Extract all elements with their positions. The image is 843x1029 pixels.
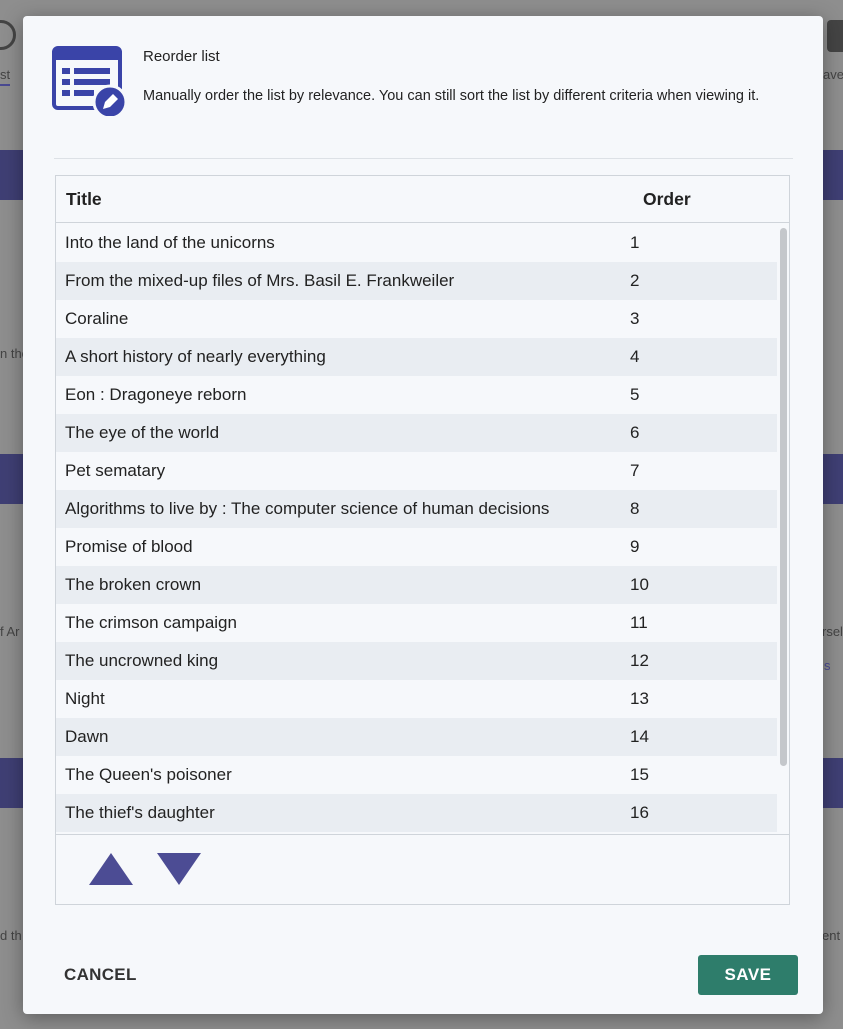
- row-order: 15: [630, 765, 649, 784]
- table-row[interactable]: Pet sematary 7: [56, 452, 777, 490]
- row-order: 4: [630, 347, 640, 366]
- background-tab-underline: [0, 84, 10, 86]
- background-link: s: [824, 658, 831, 673]
- row-order: 14: [630, 727, 649, 746]
- table-row[interactable]: The eye of the world 6: [56, 414, 777, 452]
- table-header: Title Order: [56, 176, 789, 223]
- background-text: f Ar: [0, 624, 20, 639]
- table-row[interactable]: Into the land of the unicorns 1: [56, 224, 777, 262]
- row-title: Eon : Dragoneye reborn: [65, 385, 247, 404]
- row-order: 6: [630, 423, 640, 442]
- move-down-icon[interactable]: [157, 853, 201, 885]
- row-order: 8: [630, 499, 640, 518]
- table-row[interactable]: Algorithms to live by : The computer sci…: [56, 490, 777, 528]
- row-title: The eye of the world: [65, 423, 220, 442]
- scrollbar-thumb[interactable]: [780, 228, 787, 766]
- table-row[interactable]: Dawn 14: [56, 718, 777, 756]
- save-button[interactable]: SAVE: [698, 955, 798, 995]
- table-row[interactable]: The uncrowned king 12: [56, 642, 777, 680]
- table-row[interactable]: The crimson campaign 11: [56, 604, 777, 642]
- table-row[interactable]: Promise of blood 9: [56, 528, 777, 566]
- row-title: From the mixed-up files of Mrs. Basil E.…: [65, 271, 455, 290]
- background-save-label: ave: [823, 67, 843, 82]
- background-text: rsel: [822, 624, 843, 639]
- row-title: The crimson campaign: [65, 613, 237, 632]
- row-order: 7: [630, 461, 640, 480]
- table-row[interactable]: The Queen's poisoner 15: [56, 756, 777, 794]
- table-row[interactable]: From the mixed-up files of Mrs. Basil E.…: [56, 262, 777, 300]
- row-order: 9: [630, 537, 640, 556]
- row-title: Into the land of the unicorns: [65, 233, 275, 252]
- row-title: The thief's daughter: [65, 803, 215, 822]
- reorder-table: Title Order Into the land of the unicorn…: [55, 175, 790, 905]
- row-order: 10: [630, 575, 649, 594]
- row-order: 13: [630, 689, 649, 708]
- table-row[interactable]: The thief's daughter 16: [56, 794, 777, 832]
- column-header-order: Order: [643, 189, 691, 209]
- row-order: 2: [630, 271, 640, 290]
- table-row[interactable]: The broken crown 10: [56, 566, 777, 604]
- background-tab-label: st: [0, 67, 11, 82]
- row-order: 16: [630, 803, 649, 822]
- table-row[interactable]: Coraline 3: [56, 300, 777, 338]
- row-title: Promise of blood: [65, 537, 193, 556]
- column-header-title: Title: [66, 189, 102, 209]
- cancel-button[interactable]: CANCEL: [53, 955, 148, 995]
- row-order: 11: [630, 613, 648, 632]
- row-title: The broken crown: [65, 575, 202, 594]
- row-title: The Queen's poisoner: [65, 765, 232, 784]
- row-title: Night: [65, 689, 105, 708]
- list-edit-icon: [52, 46, 128, 116]
- background-text: d th: [0, 928, 22, 943]
- background-grid-icon: [827, 20, 843, 52]
- row-title: A short history of nearly everything: [65, 347, 326, 366]
- dialog-description: Manually order the list by relevance. Yo…: [143, 88, 760, 104]
- background-text: ent: [822, 928, 841, 943]
- scrollbar[interactable]: [777, 224, 789, 834]
- table-row[interactable]: Eon : Dragoneye reborn 5: [56, 376, 777, 414]
- row-order: 5: [630, 385, 640, 404]
- row-title: Algorithms to live by : The computer sci…: [65, 499, 550, 518]
- move-up-icon[interactable]: [89, 853, 133, 885]
- row-order: 3: [630, 309, 640, 328]
- table-row[interactable]: A short history of nearly everything 4: [56, 338, 777, 376]
- row-title: Pet sematary: [65, 461, 166, 480]
- table-body: Into the land of the unicorns 1 From the m…: [56, 224, 777, 834]
- row-title: Coraline: [65, 309, 129, 328]
- reorder-list-dialog: Reorder list Manually order the list by …: [23, 16, 823, 1014]
- row-title: Dawn: [65, 727, 109, 746]
- row-order: 1: [630, 233, 640, 252]
- row-title: The uncrowned king: [65, 651, 219, 670]
- reorder-controls: [56, 834, 789, 904]
- table-row[interactable]: Night 13: [56, 680, 777, 718]
- dialog-title: Reorder list: [143, 48, 220, 65]
- row-order: 12: [630, 651, 649, 670]
- background-avatar-icon: [0, 20, 16, 50]
- header-divider: [54, 158, 793, 159]
